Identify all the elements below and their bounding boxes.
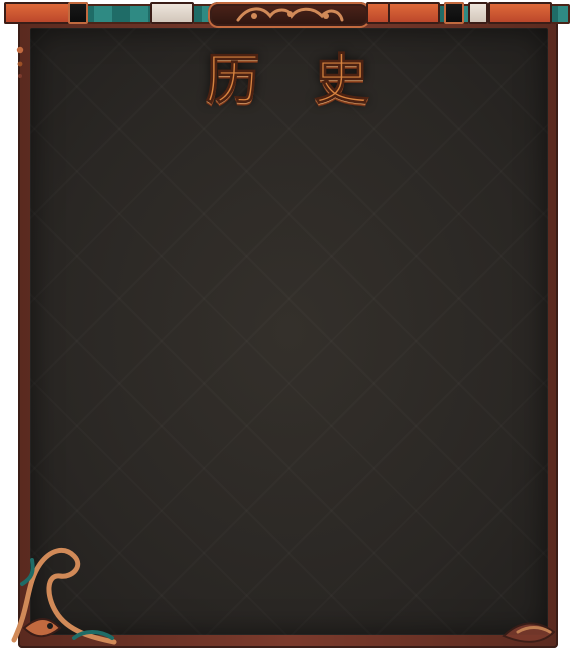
top-band-tag	[444, 2, 464, 24]
top-band-tag	[488, 2, 552, 24]
top-ornament-band	[0, 0, 574, 34]
fish-icon	[4, 520, 124, 652]
top-band-tag	[388, 2, 440, 24]
cloud-pattern-icon	[230, 0, 348, 28]
page-title: 历 史	[205, 48, 387, 111]
swirl-icon	[498, 596, 568, 652]
top-band-tag	[4, 2, 74, 24]
top-band-tag	[68, 2, 88, 24]
top-band-tag	[150, 2, 194, 24]
title-bar: 历 史	[0, 48, 574, 112]
edge-ornament	[14, 44, 28, 84]
top-band-tag	[468, 2, 488, 24]
